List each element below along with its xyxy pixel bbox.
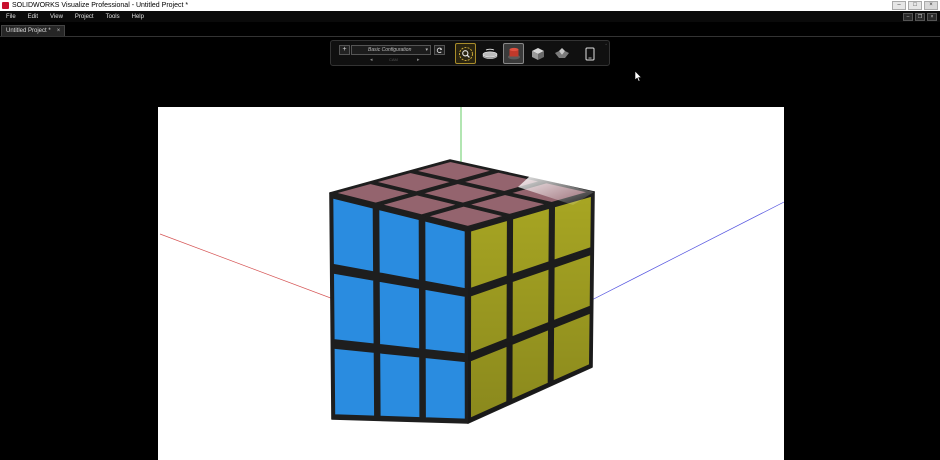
doc-minimize-icon[interactable]: – [903,12,913,21]
tablet-mode-button[interactable] [579,43,600,64]
front-sticker [331,196,375,273]
floor-tool-icon [554,47,569,58]
menu-tools[interactable]: Tools [100,14,126,20]
configuration-value: Basic Configuration [368,47,412,53]
front-sticker [423,219,467,290]
render-viewport[interactable] [158,107,784,460]
floor-tool-button[interactable] [551,43,572,64]
menu-help[interactable]: Help [126,14,150,20]
front-sticker [378,351,422,419]
configuration-dropdown[interactable]: Basic Configuration ▾ [351,45,431,55]
menu-project[interactable]: Project [69,14,100,20]
window-title: SOLIDWORKS Visualize Professional - Unti… [12,2,189,9]
tab-close-icon[interactable]: × [57,28,61,34]
doc-restore-icon[interactable]: ❐ [915,12,925,21]
doc-close-icon[interactable]: × [927,12,937,21]
object-tool-icon [507,47,520,59]
zoom-tool-icon [458,46,473,61]
part-tool-icon [531,47,544,60]
mouse-cursor-icon [635,71,643,82]
right-face-shading [468,192,594,423]
tab-label: Untitled Project * [6,28,51,34]
document-tab-strip: Untitled Project * × [0,22,940,37]
window-controls: – □ × [892,0,938,11]
minimize-icon[interactable]: – [892,1,906,10]
zoom-tool-button[interactable] [455,43,476,64]
front-sticker [424,356,467,421]
refresh-icon [436,47,443,53]
menu-file[interactable]: File [0,14,22,20]
maximize-icon[interactable]: □ [908,1,922,10]
menu-view[interactable]: View [44,14,69,20]
front-sticker [378,280,421,351]
front-sticker [333,347,376,418]
solidworks-visualize-icon [2,2,9,9]
refresh-configuration-button[interactable] [434,45,445,55]
prev-camera-button[interactable]: ◂ [370,57,373,63]
front-sticker [377,208,421,282]
turntable-tool-button[interactable] [479,43,500,64]
tab-untitled-project[interactable]: Untitled Project * × [1,25,66,36]
menu-bar: File Edit View Project Tools Help – ❐ × [0,11,940,22]
scene-canvas[interactable] [158,107,784,460]
close-icon[interactable]: × [924,1,938,10]
camera-label: CAM [389,57,398,62]
add-configuration-button[interactable]: + [339,45,350,55]
cube-model[interactable] [329,159,595,424]
document-window-controls: – ❐ × [903,12,940,21]
next-camera-button[interactable]: ▸ [417,57,420,63]
part-tool-button[interactable] [527,43,548,64]
tablet-mode-icon [585,47,594,60]
title-bar: SOLIDWORKS Visualize Professional - Unti… [0,0,940,11]
toolbar-pin-icon[interactable]: ◦ [605,42,607,48]
z-axis-line [577,201,784,308]
menu-edit[interactable]: Edit [22,14,44,20]
turntable-tool-icon [482,48,497,59]
front-sticker [423,288,467,355]
main-toolbar: + Basic Configuration ▾ ◂ CAM ▸ ◦ [330,40,610,66]
object-tool-button[interactable] [503,43,524,64]
front-sticker [332,272,376,346]
chevron-down-icon: ▾ [425,47,428,53]
